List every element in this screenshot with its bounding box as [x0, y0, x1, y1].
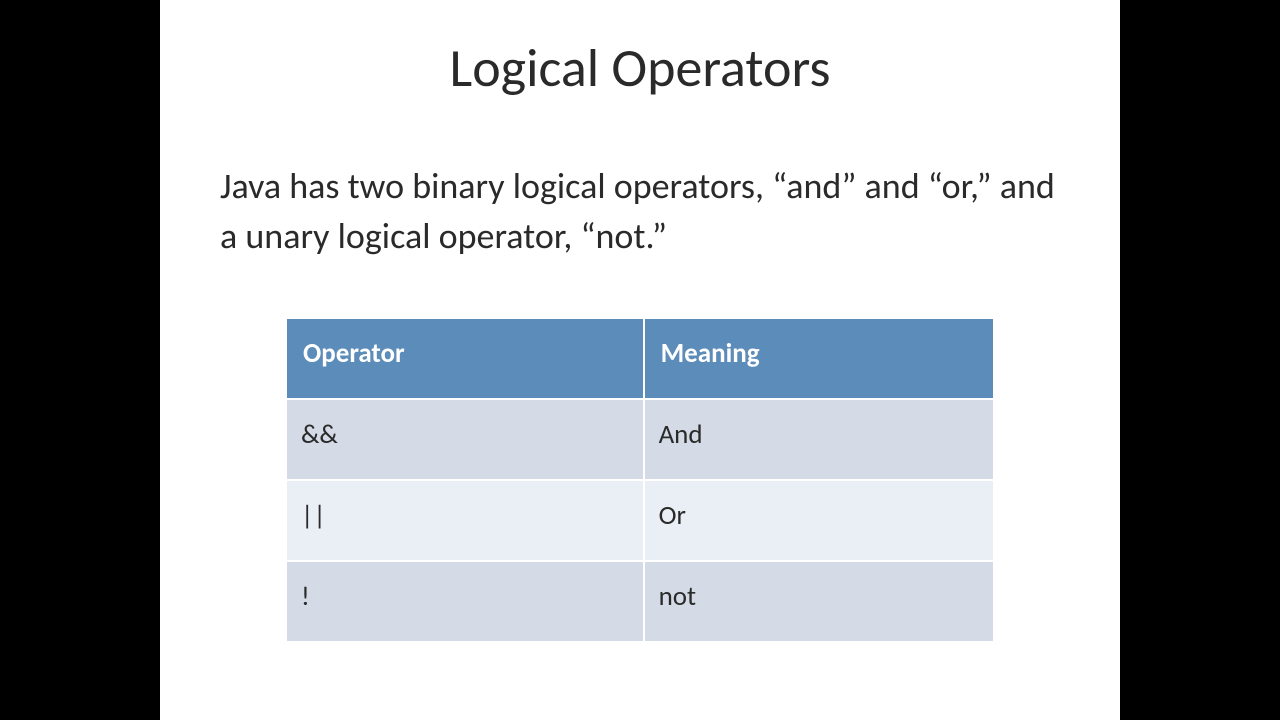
table-cell-operator: &&	[286, 399, 644, 480]
table-row: && And	[286, 399, 994, 480]
slide-body-text: Java has two binary logical operators, “…	[220, 161, 1060, 262]
table-cell-operator: !	[286, 561, 644, 642]
table-header-row: Operator Meaning	[286, 318, 994, 399]
operators-table: Operator Meaning && And || Or ! not	[285, 317, 995, 643]
table-row: || Or	[286, 480, 994, 561]
table-header-meaning: Meaning	[644, 318, 994, 399]
slide: Logical Operators Java has two binary lo…	[160, 0, 1120, 720]
table-cell-operator: ||	[286, 480, 644, 561]
slide-title: Logical Operators	[220, 35, 1060, 101]
table-cell-meaning: And	[644, 399, 994, 480]
table-header-operator: Operator	[286, 318, 644, 399]
table-cell-meaning: Or	[644, 480, 994, 561]
table-row: ! not	[286, 561, 994, 642]
table-cell-meaning: not	[644, 561, 994, 642]
